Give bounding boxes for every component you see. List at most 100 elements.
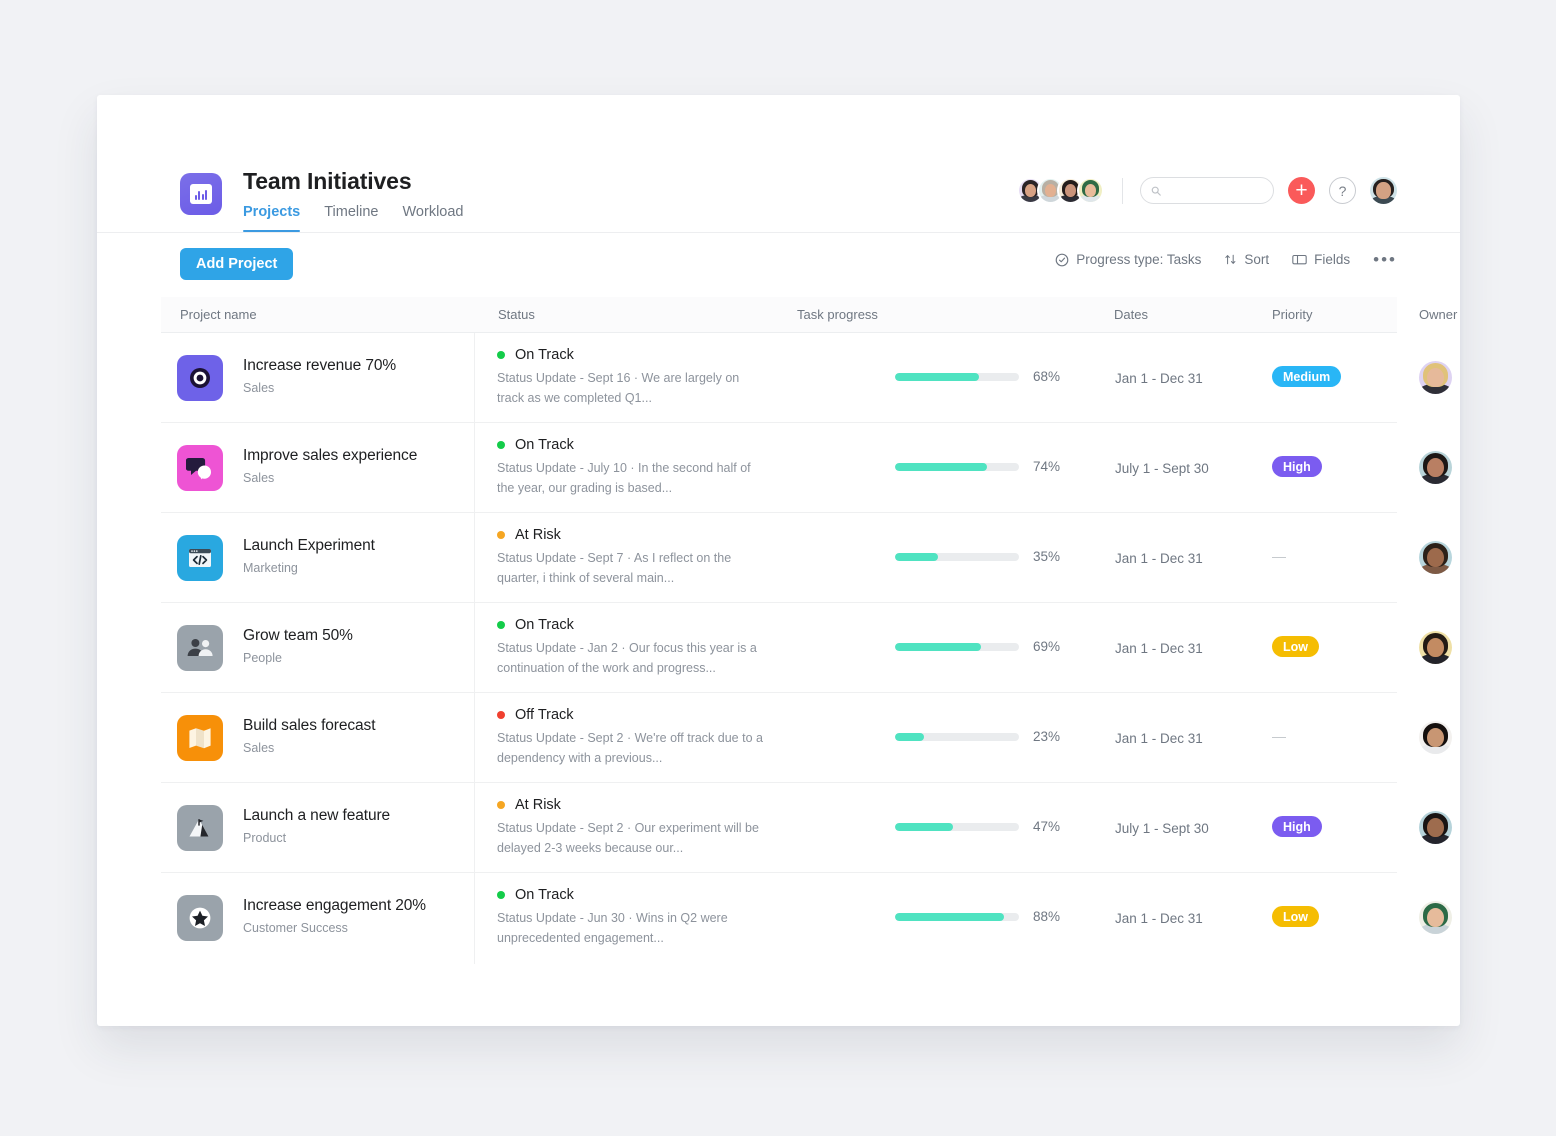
project-name[interactable]: Launch Experiment: [243, 537, 375, 555]
tab-timeline[interactable]: Timeline: [324, 204, 378, 232]
add-button[interactable]: [1288, 177, 1315, 204]
priority-badge[interactable]: High: [1272, 456, 1322, 477]
project-table-body: Increase revenue 70%SalesOn TrackStatus …: [161, 333, 1397, 963]
status-dot: [497, 891, 505, 899]
header-divider: [1122, 178, 1123, 204]
fields-icon: [1292, 253, 1307, 266]
project-team: People: [243, 651, 282, 665]
project-team: Sales: [243, 381, 274, 395]
priority-cell[interactable]: Medium: [1272, 366, 1341, 387]
project-team: Sales: [243, 741, 274, 755]
dates-cell[interactable]: Jan 1 - Dec 31: [1115, 731, 1203, 746]
member-avatar-4[interactable]: [1077, 177, 1104, 204]
project-name[interactable]: Increase engagement 20%: [243, 897, 426, 915]
project-name[interactable]: Launch a new feature: [243, 807, 390, 825]
status-dot: [497, 531, 505, 539]
owner-avatar-build-forecast[interactable]: [1419, 721, 1452, 754]
status-cell[interactable]: On TrackStatus Update - Jan 2 · Our focu…: [497, 617, 797, 678]
sort-label: Sort: [1244, 252, 1269, 267]
status-cell[interactable]: On TrackStatus Update - July 10 · In the…: [497, 437, 797, 498]
member-avatar-stack[interactable]: [1017, 177, 1104, 204]
sort-button[interactable]: Sort: [1224, 252, 1269, 267]
priority-badge[interactable]: Medium: [1272, 366, 1341, 387]
column-divider: [474, 693, 475, 783]
status-dot: [497, 621, 505, 629]
project-name[interactable]: Increase revenue 70%: [243, 357, 396, 375]
priority-cell[interactable]: Low: [1272, 636, 1319, 657]
status-description: Status Update - Jun 30 · Wins in Q2 were…: [497, 909, 763, 948]
dates-cell[interactable]: July 1 - Sept 30: [1115, 821, 1209, 836]
priority-cell[interactable]: High: [1272, 816, 1322, 837]
add-project-button[interactable]: Add Project: [180, 248, 293, 280]
progress-track: [895, 373, 1019, 381]
status-description: Status Update - Sept 2 · Our experiment …: [497, 819, 763, 858]
dates-cell[interactable]: Jan 1 - Dec 31: [1115, 371, 1203, 386]
table-row[interactable]: Increase revenue 70% Sales On TrackStatus …: [161, 333, 1397, 423]
owner-avatar-grow-team[interactable]: [1419, 631, 1452, 664]
current-user-avatar[interactable]: [1370, 177, 1397, 204]
project-name[interactable]: Grow team 50%: [243, 627, 353, 645]
header-rule: [97, 232, 1460, 233]
status-cell[interactable]: Off TrackStatus Update - Sept 2 · We're …: [497, 707, 797, 768]
column-header-project-name[interactable]: Project name: [180, 307, 257, 322]
table-row[interactable]: Launch Experiment Marketing At RiskStatus …: [161, 513, 1397, 603]
status-cell[interactable]: At RiskStatus Update - Sept 2 · Our expe…: [497, 797, 797, 858]
priority-badge[interactable]: High: [1272, 816, 1322, 837]
status-cell[interactable]: On TrackStatus Update - Sept 16 · We are…: [497, 347, 797, 408]
dates-cell[interactable]: Jan 1 - Dec 31: [1115, 551, 1203, 566]
priority-badge[interactable]: Low: [1272, 906, 1319, 927]
more-options-button[interactable]: •••: [1373, 255, 1397, 265]
search-box[interactable]: [1140, 177, 1274, 204]
status-label: On Track: [515, 347, 574, 363]
dates-cell[interactable]: July 1 - Sept 30: [1115, 461, 1209, 476]
progress-type-button[interactable]: Progress type: Tasks: [1055, 252, 1201, 267]
help-button[interactable]: [1329, 177, 1356, 204]
project-team: Marketing: [243, 561, 298, 575]
project-name[interactable]: Improve sales experience: [243, 447, 417, 465]
progress-percent: 68%: [1033, 369, 1060, 384]
project-name[interactable]: Build sales forecast: [243, 717, 375, 735]
priority-badge[interactable]: Low: [1272, 636, 1319, 657]
column-header-owner[interactable]: Owner: [1419, 307, 1457, 322]
progress-type-label: Progress type: Tasks: [1076, 252, 1201, 267]
progress-percent: 88%: [1033, 909, 1060, 924]
table-row[interactable]: Launch a new featureProductAt RiskStatus…: [161, 783, 1397, 873]
priority-cell[interactable]: —: [1272, 546, 1286, 567]
status-dot: [497, 711, 505, 719]
progress-fill: [895, 553, 938, 561]
owner-avatar-improve-sales[interactable]: [1419, 451, 1452, 484]
column-header-status[interactable]: Status: [498, 307, 535, 322]
dates-cell[interactable]: Jan 1 - Dec 31: [1115, 911, 1203, 926]
status-cell[interactable]: On TrackStatus Update - Jun 30 · Wins in…: [497, 887, 797, 948]
project-icon: [177, 895, 223, 941]
dates-cell[interactable]: Jan 1 - Dec 31: [1115, 641, 1203, 656]
tab-projects[interactable]: Projects: [243, 204, 300, 232]
column-divider: [474, 873, 475, 964]
owner-avatar-launch-experiment[interactable]: [1419, 541, 1452, 574]
fields-button[interactable]: Fields: [1292, 252, 1350, 267]
table-row[interactable]: Improve sales experience Sales On TrackSta…: [161, 423, 1397, 513]
column-header-task-progress[interactable]: Task progress: [797, 307, 878, 322]
priority-cell[interactable]: High: [1272, 456, 1322, 477]
column-header-dates[interactable]: Dates: [1114, 307, 1148, 322]
table-row[interactable]: Build sales forecast Sales Off TrackStatus…: [161, 693, 1397, 783]
priority-empty[interactable]: —: [1272, 728, 1286, 744]
column-header-priority[interactable]: Priority: [1272, 307, 1312, 322]
owner-avatar-launch-feature[interactable]: [1419, 811, 1452, 844]
priority-cell[interactable]: —: [1272, 726, 1286, 747]
project-list-card: Team Initiatives Projects Timeline Workl…: [97, 95, 1460, 1026]
table-row[interactable]: Grow team 50% People On TrackStatus Update…: [161, 603, 1397, 693]
status-cell[interactable]: At RiskStatus Update - Sept 7 · As I ref…: [497, 527, 797, 588]
status-description: Status Update - Sept 7 · As I reflect on…: [497, 549, 763, 588]
priority-empty[interactable]: —: [1272, 548, 1286, 564]
project-team: Sales: [243, 471, 274, 485]
header-actions: [1017, 177, 1397, 204]
search-input[interactable]: [1167, 184, 1263, 198]
project-team: Customer Success: [243, 921, 348, 935]
table-row[interactable]: Increase engagement 20% Customer Success O…: [161, 873, 1397, 963]
owner-avatar-increase-engagement[interactable]: [1419, 901, 1452, 934]
priority-cell[interactable]: Low: [1272, 906, 1319, 927]
tab-workload[interactable]: Workload: [403, 204, 464, 232]
owner-avatar-increase-revenue[interactable]: [1419, 361, 1452, 394]
status-description: Status Update - Sept 2 · We're off track…: [497, 729, 763, 768]
